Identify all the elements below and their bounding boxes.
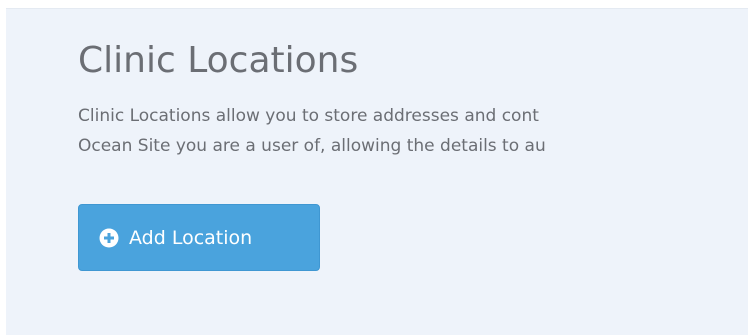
page-description: Clinic Locations allow you to store addr… (78, 101, 748, 161)
clinic-locations-panel: Clinic Locations Clinic Locations allow … (6, 8, 748, 335)
add-location-label: Add Location (129, 226, 253, 249)
add-location-button[interactable]: Add Location (78, 204, 320, 271)
page-title: Clinic Locations (78, 40, 359, 81)
description-line-1: Clinic Locations allow you to store addr… (78, 106, 539, 126)
description-line-2: Ocean Site you are a user of, allowing t… (78, 136, 546, 156)
plus-circle-icon (99, 228, 119, 248)
